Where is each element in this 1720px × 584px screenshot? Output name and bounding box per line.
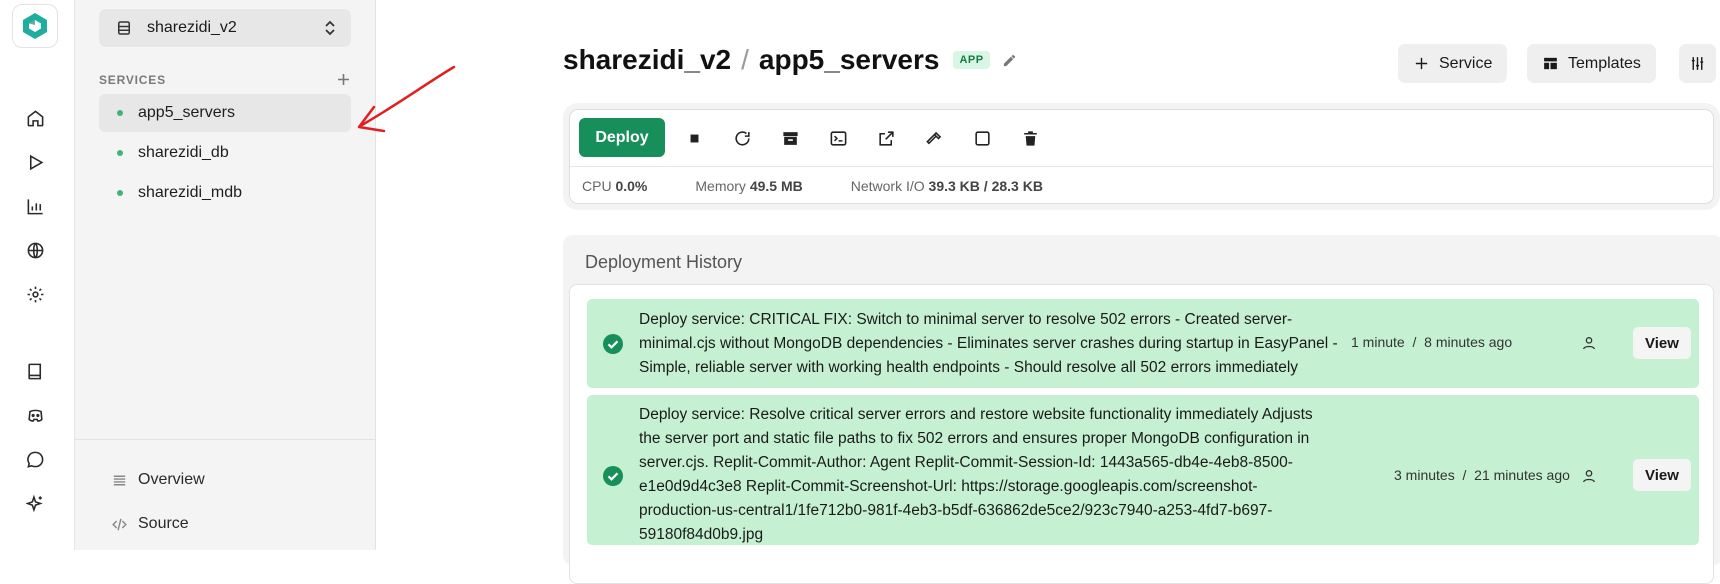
sidebar-link-overview[interactable]: Overview <box>111 471 205 489</box>
view-deployment-button[interactable]: View <box>1633 459 1691 491</box>
network-value: 39.3 KB / 28.3 KB <box>928 178 1043 194</box>
status-dot <box>117 150 123 156</box>
cpu-label: CPU <box>582 178 612 194</box>
resource-stats: CPU 0.0% Memory 49.5 MB Network I/O 39.3… <box>570 166 1713 203</box>
message-line: Simple, reliable server with working hea… <box>639 359 1299 376</box>
deployment-history-title: Deployment History <box>585 252 743 272</box>
deployment-history-list: Deploy service: CRITICAL FIX: Switch to … <box>569 284 1714 584</box>
archive-icon[interactable] <box>779 127 801 149</box>
sidebar-service-app5-servers[interactable]: app5_servers <box>99 94 351 132</box>
deployment-duration: 1 minute <box>1351 334 1405 350</box>
success-check-icon <box>603 334 623 354</box>
stop-icon[interactable] <box>683 127 705 149</box>
database-icon <box>118 21 130 35</box>
plus-icon <box>1415 57 1428 70</box>
templates-label: Templates <box>1568 54 1641 72</box>
app-badge: APP <box>953 51 990 69</box>
message-line: Deploy service: CRITICAL FIX: Switch to … <box>639 311 1293 328</box>
red-arrow-annotation <box>357 65 456 133</box>
memory-label: Memory <box>695 178 746 194</box>
sliders-icon <box>1691 57 1704 70</box>
deployment-entry: Deploy service: Resolve critical server … <box>587 395 1699 545</box>
deployment-message: Deploy service: CRITICAL FIX: Switch to … <box>639 308 1338 380</box>
project-selector[interactable]: sharezidi_v2 <box>99 9 351 47</box>
service-label: sharezidi_db <box>138 144 229 161</box>
memory-value: 49.5 MB <box>749 178 803 194</box>
external-link-icon[interactable] <box>875 127 897 149</box>
deployment-ago: 8 minutes ago <box>1424 334 1513 350</box>
hammer-icon[interactable] <box>923 127 945 149</box>
layout-icon <box>1544 57 1557 70</box>
sidebar-divider <box>75 439 376 440</box>
chevron-up-down-icon <box>325 20 335 36</box>
user-icon <box>1583 470 1595 483</box>
time-separator: / <box>1462 467 1467 483</box>
deployment-entry: Deploy service: CRITICAL FIX: Switch to … <box>587 299 1699 388</box>
memory-stat: Memory 49.5 MB <box>695 178 802 194</box>
add-service-label: Service <box>1439 54 1493 72</box>
message-line: the server port and static file paths to… <box>639 430 1310 447</box>
page-title: sharezidi_v2 / app5_servers APP <box>563 44 1017 76</box>
discord-icon[interactable] <box>22 402 48 428</box>
play-icon[interactable] <box>22 149 48 175</box>
user-icon <box>1583 337 1595 350</box>
add-service-button[interactable]: Service <box>1398 44 1508 83</box>
services-section-label: SERVICES <box>99 73 166 87</box>
icon-rail <box>0 0 75 550</box>
sidebar-service-sharezidi-db[interactable]: sharezidi_db <box>99 134 351 172</box>
overview-label: Overview <box>138 471 205 488</box>
trash-icon[interactable] <box>1019 127 1041 149</box>
settings-sliders-button[interactable] <box>1679 44 1716 83</box>
message-line: server.cjs. Replit-Commit-Author: Agent … <box>639 454 1293 471</box>
message-line: production-us-central1/1fe712b0-981f-4eb… <box>639 502 1273 519</box>
success-check-icon <box>603 466 623 486</box>
logo-icon <box>23 13 47 39</box>
breadcrumb-service: app5_servers <box>758 44 940 75</box>
message-line: 59180f84d0b9.jpg <box>639 526 764 543</box>
sidebar-service-sharezidi-mdb[interactable]: sharezidi_mdb <box>99 174 351 212</box>
code-icon <box>112 518 127 530</box>
gear-icon[interactable] <box>22 281 48 307</box>
sparkle-icon[interactable] <box>22 490 48 516</box>
terminal-icon[interactable] <box>827 127 849 149</box>
cpu-value: 0.0% <box>615 178 648 194</box>
deployment-history: Deployment History Deploy service: CRITI… <box>563 235 1720 584</box>
service-label: sharezidi_mdb <box>138 184 243 201</box>
templates-button[interactable]: Templates <box>1527 44 1656 83</box>
deploy-button[interactable]: Deploy <box>579 118 665 157</box>
project-selector-label: sharezidi_v2 <box>147 19 237 36</box>
list-icon <box>113 475 126 485</box>
book-icon[interactable] <box>22 358 48 384</box>
source-label: Source <box>138 515 189 532</box>
status-dot <box>117 110 123 116</box>
service-label: app5_servers <box>138 104 235 121</box>
breadcrumb-separator: / <box>741 44 749 75</box>
restart-icon[interactable] <box>731 127 753 149</box>
message-line: Deploy service: Resolve critical server … <box>639 406 1313 423</box>
globe-icon[interactable] <box>22 237 48 263</box>
deployment-ago: 21 minutes ago <box>1474 467 1570 483</box>
app-logo[interactable] <box>12 4 58 48</box>
network-stat: Network I/O 39.3 KB / 28.3 KB <box>851 178 1043 194</box>
pencil-icon[interactable] <box>1002 53 1017 68</box>
cpu-stat: CPU 0.0% <box>582 178 647 194</box>
status-dot <box>117 190 123 196</box>
chat-icon[interactable] <box>22 446 48 472</box>
message-line: minimal.cjs without MongoDB dependencies… <box>639 335 1338 352</box>
deployment-duration: 3 minutes <box>1394 467 1455 483</box>
time-separator: / <box>1412 334 1417 350</box>
deployment-time: 1 minute / 8 minutes ago <box>1351 334 1512 350</box>
deployment-time: 3 minutes / 21 minutes ago <box>1394 467 1570 483</box>
network-label: Network I/O <box>850 178 925 194</box>
view-deployment-button[interactable]: View <box>1633 327 1691 359</box>
breadcrumb-project[interactable]: sharezidi_v2 <box>563 44 731 76</box>
chart-icon[interactable] <box>22 193 48 219</box>
deploy-toolbar-card: Deploy CPU 0.0% Memory 49.5 MB Network I… <box>569 109 1714 204</box>
sidebar-link-source[interactable]: Source <box>111 515 189 533</box>
message-line: e1e0d9d4c3e8 Replit-Commit-Screenshot-Ur… <box>639 478 1258 495</box>
home-icon[interactable] <box>22 105 48 131</box>
square-icon[interactable] <box>971 127 993 149</box>
deployment-message: Deploy service: Resolve critical server … <box>639 403 1313 547</box>
sidebar: sharezidi_v2 SERVICES app5_servers share… <box>75 0 376 550</box>
